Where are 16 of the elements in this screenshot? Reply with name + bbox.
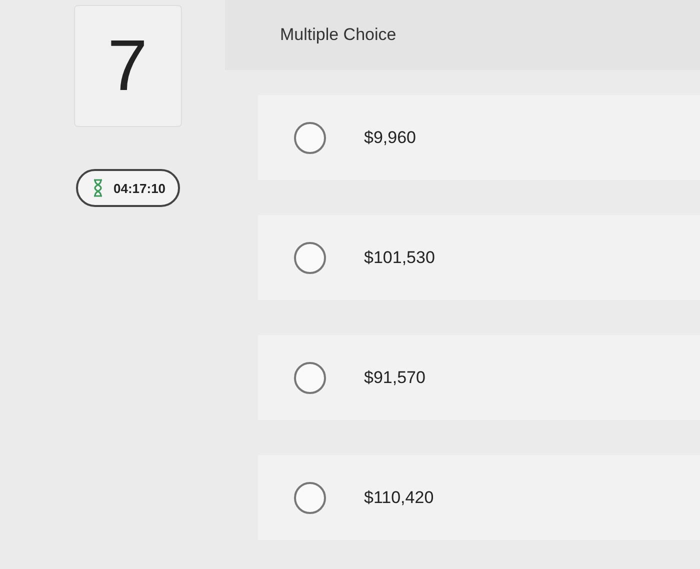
radio-button[interactable]: [294, 362, 326, 394]
answer-option[interactable]: $91,570: [258, 335, 700, 420]
radio-button[interactable]: [294, 242, 326, 274]
timer-text: 04:17:10: [114, 180, 166, 196]
question-type-heading: Multiple Choice: [280, 25, 396, 45]
radio-button[interactable]: [294, 482, 326, 514]
option-label: $110,420: [364, 488, 434, 508]
answer-option[interactable]: $110,420: [258, 455, 700, 540]
question-number: 7: [107, 25, 148, 107]
option-label: $91,570: [364, 368, 426, 388]
hourglass-icon: [92, 179, 104, 197]
answer-option[interactable]: $9,960: [258, 95, 700, 180]
answer-option[interactable]: $101,530: [258, 215, 700, 300]
option-label: $9,960: [364, 128, 416, 148]
radio-button[interactable]: [294, 122, 326, 154]
option-label: $101,530: [364, 248, 435, 268]
